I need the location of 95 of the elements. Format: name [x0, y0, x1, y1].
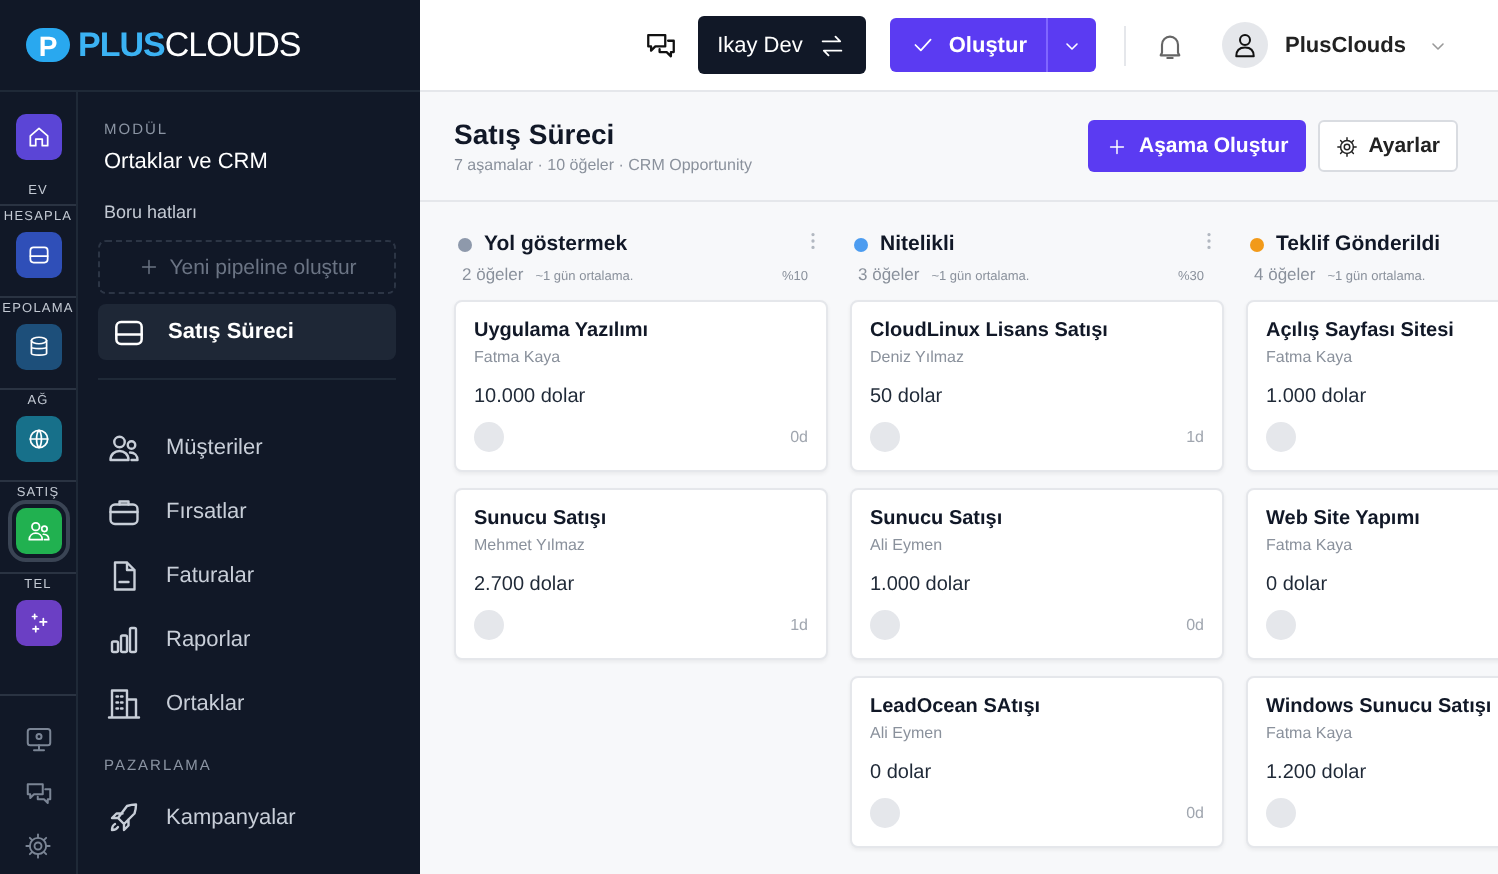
rail-button[interactable]	[15, 324, 61, 370]
section-label: Boru hatları	[104, 202, 200, 222]
deal-title: Uygulama Yazılımı	[474, 320, 651, 342]
deal-amount: 1.200 dolar	[1266, 762, 1369, 784]
deal-card[interactable]: Sunucu Satışı Ali Eymen 1.000 dolar 0d	[850, 488, 1224, 660]
pipeline-item[interactable]: Satış Süreci	[98, 304, 396, 360]
deal-age: 1d	[1186, 428, 1204, 446]
deal-card[interactable]: Açılış Sayfası Sitesi Fatma Kaya 1.000 dolar	[1246, 300, 1498, 472]
deal-card[interactable]: Uygulama Yazılımı Fatma Kaya 10.000 dolar 0d	[454, 300, 828, 472]
deal-amount: 0 dolar	[870, 762, 934, 784]
settings-icon	[24, 832, 52, 860]
person-icon	[1230, 30, 1261, 60]
deal-owner: Fatma Kaya	[474, 348, 563, 366]
deal-title: Windows Sunucu Satışı	[1266, 696, 1494, 718]
rail-button[interactable]	[15, 600, 61, 646]
avatar-placeholder	[474, 422, 504, 452]
rocket-icon	[106, 800, 142, 836]
deal-amount: 0 dolar	[1266, 574, 1330, 596]
avatar-placeholder	[870, 422, 900, 452]
deal-title: Web Site Yapımı	[1266, 508, 1422, 530]
avatar-placeholder	[1266, 798, 1296, 828]
nav-item[interactable]: Faturalar	[98, 544, 396, 608]
deal-amount: 50 dolar	[870, 386, 945, 408]
deal-title: CloudLinux Lisans Satışı	[870, 320, 1110, 342]
rail-button[interactable]	[15, 232, 61, 278]
deal-card[interactable]: Sunucu Satışı Mehmet Yılmaz 2.700 dolar 1d	[454, 488, 828, 660]
module-title: Ortaklar ve CRM	[104, 150, 270, 174]
deal-owner: Deniz Yılmaz	[870, 348, 966, 366]
avatar-placeholder	[1266, 422, 1296, 452]
bar-chart-icon	[106, 622, 142, 658]
brand-name: PLUSCLOUDS	[78, 25, 301, 65]
nav-item[interactable]: Ortaklar	[98, 672, 396, 736]
plus-icon	[1106, 135, 1129, 157]
deal-card[interactable]: LeadOcean SAtışı Ali Eymen 0 dolar 0d	[850, 676, 1224, 848]
deal-owner: Fatma Kaya	[1266, 724, 1355, 742]
stage-name: Teklif Gönderildi	[1276, 232, 1443, 256]
deal-owner: Mehmet Yılmaz	[474, 536, 587, 554]
avatar-placeholder	[870, 798, 900, 828]
monitor-icon	[23, 724, 53, 754]
deal-amount: 1.000 dolar	[870, 574, 973, 596]
user-name[interactable]: PlusClouds	[1284, 33, 1406, 57]
avatar-placeholder	[870, 610, 900, 640]
chat-icon	[643, 28, 678, 62]
server-icon	[25, 242, 51, 268]
deal-title: Sunucu Satışı	[474, 508, 609, 530]
deal-owner: Ali Eymen	[870, 536, 945, 554]
deal-owner: Ali Eymen	[870, 724, 945, 742]
settings-button[interactable]: Ayarlar	[1318, 120, 1458, 172]
workspace-switch-button[interactable]: Ikay Dev	[697, 16, 867, 74]
nav-item[interactable]: Raporlar	[98, 608, 396, 672]
users-icon	[25, 518, 51, 544]
deal-amount: 10.000 dolar	[474, 386, 588, 408]
deal-age: 0d	[790, 428, 808, 446]
users-icon	[106, 430, 142, 466]
deal-title: Sunucu Satışı	[870, 508, 1005, 530]
building-icon	[106, 686, 142, 722]
rail-button[interactable]	[15, 114, 61, 160]
page-subtitle: 7 aşamalar · 10 öğeler · CRM Opportunity	[454, 156, 754, 174]
briefcase-icon	[106, 494, 142, 530]
stage-name: Nitelikli	[880, 232, 957, 256]
swap-icon	[818, 31, 847, 59]
rail-button[interactable]	[15, 508, 61, 554]
chat-icon	[23, 778, 53, 808]
deal-amount: 2.700 dolar	[474, 574, 577, 596]
new-pipeline-button[interactable]: Yeni pipeline oluştur	[98, 240, 396, 294]
globe-icon	[25, 426, 51, 452]
logo-badge: P	[26, 28, 70, 62]
deal-owner: Fatma Kaya	[1266, 348, 1355, 366]
deal-age: 0d	[1186, 616, 1204, 634]
nav-item[interactable]: Kampanyalar	[98, 786, 396, 850]
avatar-placeholder	[1266, 610, 1296, 640]
deal-amount: 1.000 dolar	[1266, 386, 1369, 408]
stage-count: 4 öğeler	[1254, 264, 1316, 284]
rail-button[interactable]	[15, 416, 61, 462]
page-title: Satış Süreci	[454, 118, 617, 150]
deal-age: 0d	[1186, 804, 1204, 822]
add-stage-button[interactable]: Aşama Oluştur	[1088, 120, 1307, 172]
home-icon	[25, 124, 51, 150]
deal-age: 1d	[790, 616, 808, 634]
avatar[interactable]	[1222, 22, 1269, 68]
nav-item[interactable]: Fırsatlar	[98, 480, 396, 544]
stage-count: 2 öğeler	[462, 264, 524, 284]
deal-card[interactable]: CloudLinux Lisans Satışı Deniz Yılmaz 50 dolar 1d	[850, 300, 1224, 472]
stage-name: Yol göstermek	[484, 232, 630, 256]
deal-card[interactable]: Windows Sunucu Satışı Fatma Kaya 1.200 dolar	[1246, 676, 1498, 848]
stage-count: 3 öğeler	[858, 264, 920, 284]
avatar-placeholder	[474, 610, 504, 640]
deal-owner: Fatma Kaya	[1266, 536, 1355, 554]
plus-icon	[137, 256, 160, 278]
settings-icon	[1336, 135, 1359, 157]
deal-title: Açılış Sayfası Sitesi	[1266, 320, 1456, 342]
deal-title: LeadOcean SAtışı	[870, 696, 1043, 718]
deal-card[interactable]: Web Site Yapımı Fatma Kaya 0 dolar	[1246, 488, 1498, 660]
nav-item[interactable]: Müşteriler	[98, 416, 396, 480]
database-icon	[25, 334, 51, 360]
